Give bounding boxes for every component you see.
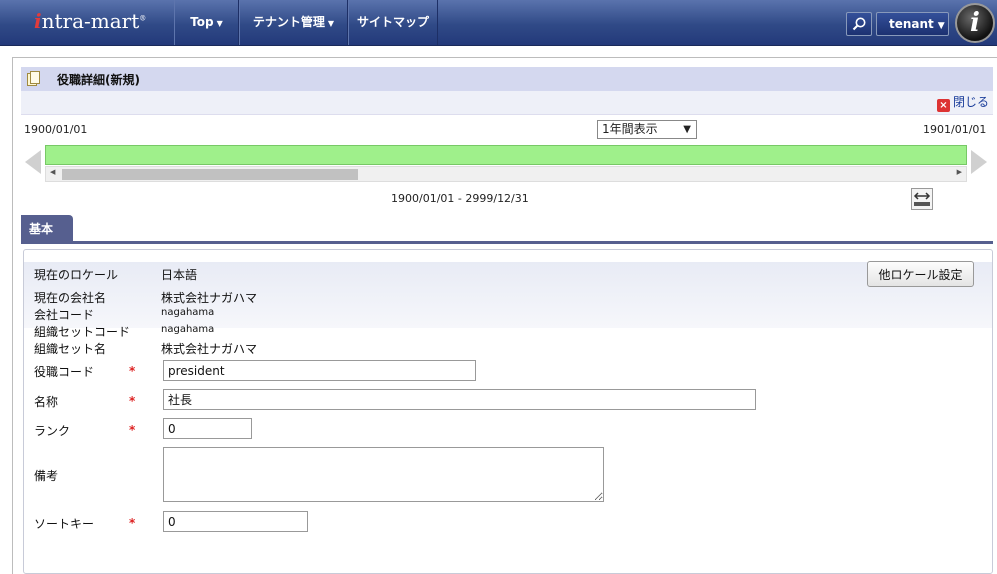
required-mark: *	[129, 516, 136, 530]
name-input[interactable]	[163, 389, 756, 410]
scroll-left-icon[interactable]: ◀	[50, 168, 55, 176]
menu-sitemap[interactable]: サイトマップ	[348, 0, 438, 45]
name-label: 名称	[34, 395, 59, 409]
company-name-value: 株式会社ナガハマ	[161, 291, 258, 305]
timeline-view-select[interactable]: 1年間表示 ▼	[597, 120, 697, 139]
chevron-down-icon: ▼	[327, 19, 335, 28]
menu-top[interactable]: Top ▼	[174, 0, 239, 45]
required-mark: *	[129, 423, 136, 437]
required-mark: *	[129, 394, 136, 408]
org-set-code-value: nagahama	[161, 324, 215, 335]
avatar[interactable]: i	[955, 3, 995, 43]
tab-divider	[21, 241, 993, 244]
post-code-label: 役職コード	[34, 365, 95, 379]
rank-label: ランク	[34, 424, 71, 438]
close-button[interactable]: × 閉じる	[936, 93, 989, 112]
required-mark: *	[129, 364, 136, 378]
timeline-end-date: 1901/01/01	[923, 123, 987, 136]
timeline-period-bar[interactable]	[45, 145, 967, 165]
notes-textarea[interactable]	[163, 447, 604, 502]
close-label: 閉じる	[952, 95, 989, 109]
timeline-next-arrow-icon[interactable]	[971, 150, 987, 174]
current-locale-label: 現在のロケール	[34, 268, 119, 282]
expand-timeline-button[interactable]	[911, 188, 933, 210]
chevron-down-icon: ▼	[216, 19, 223, 28]
other-locale-settings-button[interactable]: 他ロケール設定	[867, 261, 974, 287]
page-title-bar: 役職詳細(新規)	[21, 67, 993, 91]
menu-sitemap-label: サイトマップ	[356, 15, 429, 29]
page-title: 役職詳細(新規)	[57, 73, 140, 87]
page-toolbar: × 閉じる	[21, 91, 993, 115]
company-code-label: 会社コード	[34, 308, 95, 322]
current-locale-value: 日本語	[161, 268, 198, 282]
intra-mart-logo[interactable]: intra-mart®	[34, 9, 146, 33]
search-button[interactable]	[846, 12, 872, 36]
timeline-scrollbar[interactable]: ◀ ▶	[45, 166, 967, 182]
menu-tenant-management[interactable]: テナント管理 ▼	[239, 0, 348, 45]
sort-key-label: ソートキー	[34, 517, 95, 531]
rank-input[interactable]	[163, 418, 252, 439]
close-icon: ×	[936, 99, 950, 112]
timeline-range: 1900/01/01 - 2999/12/31	[391, 192, 529, 205]
document-icon	[27, 71, 40, 86]
org-set-name-value: 株式会社ナガハマ	[161, 342, 258, 356]
org-set-name-label: 組織セット名	[34, 342, 107, 356]
timeline-start-date: 1900/01/01	[24, 123, 88, 136]
company-code-value: nagahama	[161, 307, 215, 318]
post-code-input[interactable]	[163, 360, 476, 381]
scroll-right-icon[interactable]: ▶	[957, 168, 962, 176]
timeline-view-value: 1年間表示	[602, 122, 658, 136]
expand-horizontal-icon	[913, 192, 931, 206]
chevron-down-icon: ▼	[937, 21, 945, 31]
tab-basic[interactable]: 基本	[21, 215, 73, 241]
notes-label: 備考	[34, 469, 59, 483]
sort-key-input[interactable]	[163, 511, 308, 532]
menu-top-label: Top	[190, 15, 214, 29]
scrollbar-thumb[interactable]	[62, 169, 358, 180]
search-icon	[852, 17, 866, 31]
dropdown-arrow-icon: ▼	[683, 124, 691, 135]
timeline-prev-arrow-icon[interactable]	[25, 150, 41, 174]
company-name-label: 現在の会社名	[34, 291, 107, 305]
user-name: tenant	[889, 17, 934, 31]
menu-tenant-management-label: テナント管理	[252, 15, 325, 29]
user-menu-button[interactable]: tenant ▼	[876, 12, 949, 36]
org-set-code-label: 組織セットコード	[34, 325, 131, 339]
top-navigation-bar: intra-mart® Top ▼ テナント管理 ▼ サイトマップ tenant ▼ …	[0, 0, 997, 46]
